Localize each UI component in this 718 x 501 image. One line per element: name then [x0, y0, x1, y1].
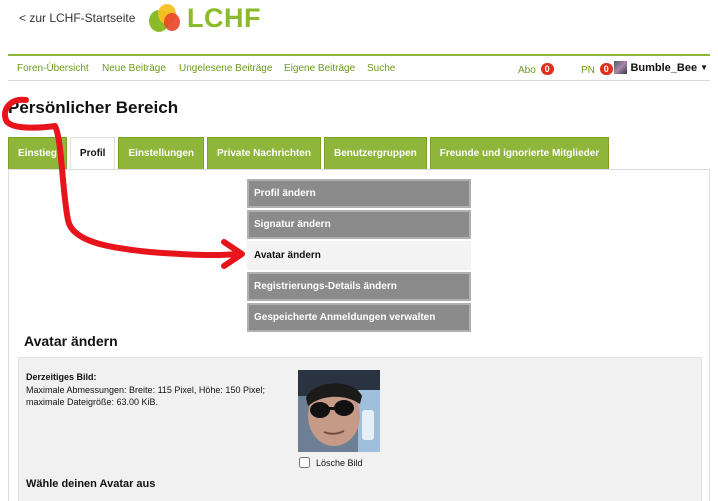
main-nav: Foren-Übersicht Neue Beiträge Ungelesene…: [8, 57, 710, 81]
ucp-tabs: Einstieg Profil Einstellungen Private Na…: [8, 137, 610, 170]
delete-image-row: Lösche Bild: [299, 457, 363, 468]
section-title: Avatar ändern: [24, 333, 118, 349]
user-avatar-icon: [614, 61, 628, 74]
nav-divider: [8, 54, 710, 56]
back-to-home-link[interactable]: < zur LCHF-Startseite: [19, 11, 135, 25]
choose-avatar-heading: Wähle deinen Avatar aus: [26, 478, 156, 490]
abo-badge: 0: [540, 63, 554, 75]
submenu-signatur-aendern[interactable]: Signatur ändern: [247, 210, 471, 239]
nav-pn[interactable]: PN 0: [581, 63, 613, 76]
profile-submenu: Profil ändern Signatur ändern Avatar änd…: [247, 179, 471, 334]
logo-text: LCHF: [187, 2, 261, 33]
abo-label: Abo: [518, 65, 536, 76]
nav-abo[interactable]: Abo 0: [518, 63, 554, 76]
nav-own-posts[interactable]: Eigene Beiträge: [284, 63, 355, 74]
delete-image-label: Lösche Bild: [316, 457, 363, 468]
current-avatar-image: [298, 370, 380, 452]
user-menu[interactable]: Bumble_Bee ▼: [614, 61, 708, 74]
avatar-photo-icon: [298, 370, 380, 452]
delete-image-checkbox[interactable]: [299, 457, 310, 468]
pn-label: PN: [581, 65, 595, 76]
username: Bumble_Bee: [630, 61, 698, 74]
tab-private-nachrichten[interactable]: Private Nachrichten: [207, 137, 321, 170]
tab-einstieg[interactable]: Einstieg: [8, 137, 67, 170]
logo-icon: [149, 4, 180, 32]
page-title: Persönlicher Bereich: [8, 98, 179, 117]
submenu-gespeicherte-anmeldungen[interactable]: Gespeicherte Anmeldungen verwalten: [247, 303, 471, 332]
submenu-avatar-aendern[interactable]: Avatar ändern: [247, 241, 471, 270]
nav-forum-overview[interactable]: Foren-Übersicht: [17, 63, 89, 74]
tab-profil[interactable]: Profil: [69, 137, 116, 170]
current-image-description: Maximale Abmessungen: Breite: 115 Pixel,…: [26, 385, 265, 407]
current-image-label: Derzeitiges Bild:: [26, 372, 97, 382]
tab-einstellungen[interactable]: Einstellungen: [118, 137, 205, 170]
nav-new-posts[interactable]: Neue Beiträge: [102, 63, 166, 74]
chevron-down-icon: ▼: [700, 63, 708, 72]
pn-badge: 0: [599, 63, 613, 75]
page: < zur LCHF-Startseite LCHF Foren-Übersic…: [0, 0, 718, 501]
site-logo[interactable]: LCHF: [147, 2, 261, 34]
submenu-profil-aendern[interactable]: Profil ändern: [247, 179, 471, 208]
submenu-registrierungs-details[interactable]: Registrierungs-Details ändern: [247, 272, 471, 301]
nav-search[interactable]: Suche: [367, 63, 395, 74]
tab-freunde[interactable]: Freunde und ignorierte Mitglieder: [429, 137, 610, 170]
tab-benutzergruppen[interactable]: Benutzergruppen: [323, 137, 427, 170]
nav-unread-posts[interactable]: Ungelesene Beiträge: [179, 63, 272, 74]
